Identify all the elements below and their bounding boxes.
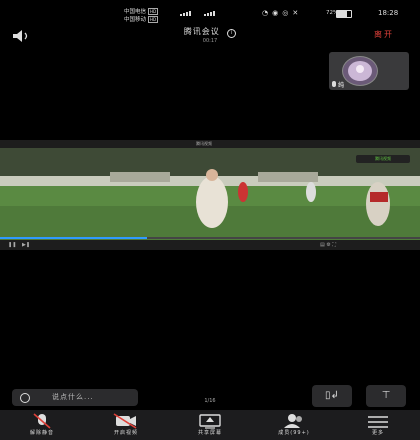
carrier-1: 中国电信: [124, 9, 147, 15]
more-icon: [368, 416, 388, 428]
start-video-label: 开启视频: [113, 430, 138, 436]
hd-badge-2: HD: [148, 16, 159, 23]
members-button[interactable]: 成员(99+): [252, 410, 336, 440]
unmute-label: 解除静音: [29, 430, 54, 436]
video-off-icon: [113, 413, 137, 429]
hd-badge: HD: [148, 8, 159, 15]
player-topbar: 腾讯视频: [0, 140, 420, 148]
carrier-info: 中国电信 HD 中国移动 HD: [124, 8, 159, 24]
more-button[interactable]: 更多: [336, 410, 420, 440]
muted-mic-icon: [33, 413, 51, 429]
participant-name-text: 纯: [338, 82, 345, 89]
meeting-title[interactable]: 腾讯会议 i: [0, 26, 420, 38]
player-1: [196, 176, 228, 228]
unmute-button[interactable]: 解除静音: [0, 410, 84, 440]
video-logo: 腾讯视频: [356, 155, 410, 163]
eye-icon: ◉: [272, 9, 283, 17]
alarm-icon: ◎: [282, 9, 293, 17]
silent-icon: ✕: [292, 9, 303, 17]
members-icon: [284, 414, 302, 428]
status-bar: 中国电信 HD 中国移动 HD ◔◉◎✕ 72% 18:28: [0, 0, 420, 26]
clock: 18:28: [378, 9, 399, 17]
share-screen-button[interactable]: 共享屏幕: [168, 410, 252, 440]
avatar-image: [348, 61, 372, 81]
share-screen-label: 共享屏幕: [197, 430, 222, 436]
meeting-title-text: 腾讯会议: [183, 27, 220, 36]
share-screen-icon: [199, 414, 221, 429]
start-video-button[interactable]: 开启视频: [84, 410, 168, 440]
next-icon[interactable]: ▶❚: [22, 242, 30, 248]
page-indicator: 1/16: [204, 398, 216, 404]
participant-name: 纯: [332, 80, 344, 89]
player-controls: ❚❚ ▶❚ ▤ ⚙ ⛶: [0, 240, 420, 250]
play-icon[interactable]: ❚❚: [8, 242, 16, 248]
more-label: 更多: [371, 430, 384, 436]
signal-icon: [180, 9, 216, 16]
player-title: 腾讯视频: [196, 141, 212, 146]
status-icons: ◔◉◎✕: [262, 9, 302, 17]
avatar: [342, 56, 378, 86]
player-settings-icon[interactable]: ▤ ⚙ ⛶: [320, 242, 336, 248]
mic-small-icon: [332, 81, 336, 87]
battery-icon: [336, 10, 352, 18]
player-2: [366, 182, 390, 226]
meeting-duration: 00:17: [202, 38, 218, 44]
carrier-2: 中国移动: [124, 17, 147, 23]
members-label: 成员(99+): [278, 430, 310, 436]
wifi-icon: ◔: [262, 9, 273, 17]
leave-button[interactable]: 离开: [374, 29, 394, 40]
info-icon[interactable]: i: [227, 29, 237, 38]
video-progress[interactable]: [0, 237, 420, 239]
